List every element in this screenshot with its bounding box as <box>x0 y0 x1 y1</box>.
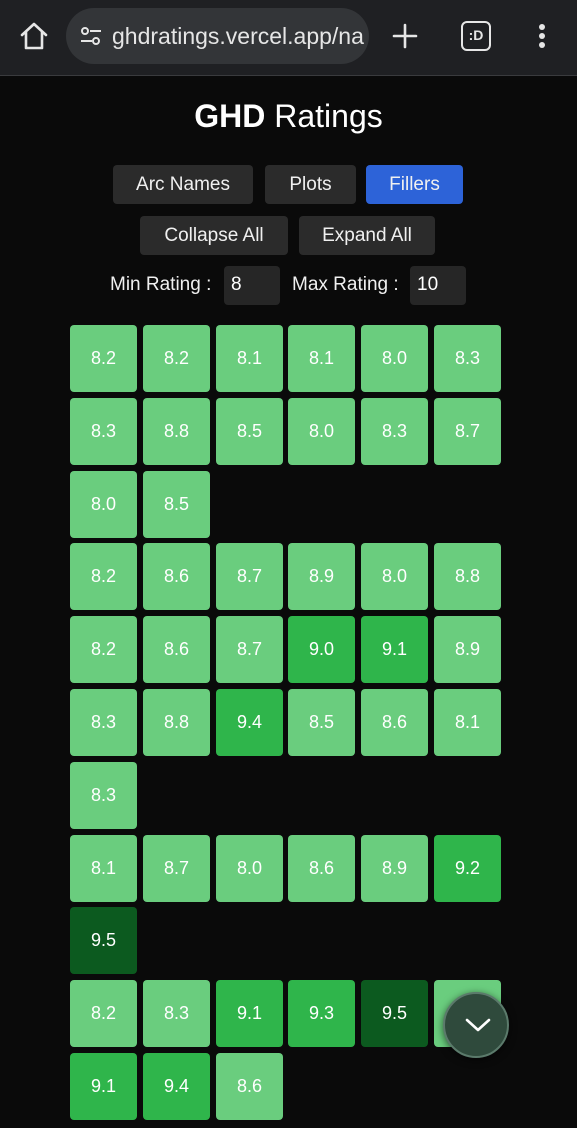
plots-button[interactable]: Plots <box>265 165 356 204</box>
rating-cell[interactable]: 8.6 <box>143 543 210 610</box>
rating-cell[interactable]: 8.1 <box>70 835 137 902</box>
tab-switcher-icon[interactable]: :D <box>461 21 491 51</box>
rating-cell[interactable]: 8.0 <box>361 543 428 610</box>
rating-cell[interactable]: 8.5 <box>288 689 355 756</box>
rating-cell[interactable]: 8.7 <box>434 398 501 465</box>
site-settings-icon[interactable] <box>80 25 102 47</box>
rating-cell[interactable]: 9.1 <box>216 980 283 1047</box>
address-bar[interactable]: ghdratings.vercel.app/na <box>66 8 369 64</box>
page-title-bold: GHD <box>194 98 266 134</box>
arc-names-button[interactable]: Arc Names <box>113 165 253 204</box>
rating-cell[interactable]: 8.7 <box>216 543 283 610</box>
rating-cell[interactable]: 8.8 <box>143 398 210 465</box>
rating-cell[interactable]: 8.7 <box>143 835 210 902</box>
rating-cell[interactable]: 8.7 <box>216 616 283 683</box>
rating-cell[interactable]: 8.2 <box>70 325 137 392</box>
rating-cell[interactable]: 8.3 <box>143 980 210 1047</box>
rating-cell[interactable]: 9.4 <box>143 1053 210 1120</box>
rating-cell[interactable]: 9.5 <box>361 980 428 1047</box>
chevron-down-icon <box>465 1018 491 1032</box>
rating-cell[interactable]: 8.1 <box>434 689 501 756</box>
min-rating-label: Min Rating : <box>110 274 212 295</box>
rating-cell[interactable]: 9.3 <box>288 980 355 1047</box>
max-rating-label: Max Rating : <box>292 274 399 295</box>
collapse-all-button[interactable]: Collapse All <box>140 216 288 255</box>
rating-cell[interactable]: 8.3 <box>70 398 137 465</box>
rating-cell[interactable]: 8.5 <box>143 471 210 538</box>
rating-cell[interactable]: 8.3 <box>70 689 137 756</box>
rating-cell[interactable]: 8.9 <box>434 616 501 683</box>
rating-cell[interactable]: 8.9 <box>361 835 428 902</box>
rating-cell[interactable]: 8.8 <box>434 543 501 610</box>
rating-cell[interactable]: 8.6 <box>216 1053 283 1120</box>
rating-cell[interactable]: 9.1 <box>361 616 428 683</box>
rating-cell[interactable]: 8.0 <box>216 835 283 902</box>
rating-cell[interactable]: 9.5 <box>70 907 137 974</box>
rating-cell[interactable]: 8.2 <box>70 980 137 1047</box>
home-icon[interactable] <box>18 20 50 52</box>
rating-cell[interactable]: 9.4 <box>216 689 283 756</box>
rating-cell[interactable]: 8.3 <box>70 762 137 829</box>
tab-switcher-label: :D <box>468 27 484 43</box>
rating-cell[interactable]: 8.3 <box>434 325 501 392</box>
rating-cell[interactable]: 8.3 <box>361 398 428 465</box>
rating-cell[interactable]: 8.6 <box>361 689 428 756</box>
rating-cell[interactable]: 8.0 <box>70 471 137 538</box>
more-menu-icon[interactable] <box>530 20 554 52</box>
rating-cell[interactable]: 9.0 <box>288 616 355 683</box>
url-text[interactable]: ghdratings.vercel.app/na <box>112 23 364 50</box>
rating-cell[interactable]: 8.6 <box>143 616 210 683</box>
browser-toolbar: ghdratings.vercel.app/na :D <box>0 0 577 76</box>
rating-cell[interactable]: 8.2 <box>70 543 137 610</box>
rating-cell[interactable]: 8.1 <box>216 325 283 392</box>
rating-cell[interactable]: 8.2 <box>70 616 137 683</box>
page-title-rest: Ratings <box>265 98 383 134</box>
rating-cell[interactable]: 8.9 <box>288 543 355 610</box>
rating-cell[interactable]: 8.6 <box>288 835 355 902</box>
rating-cell[interactable]: 9.1 <box>70 1053 137 1120</box>
min-rating-input[interactable]: 8 <box>224 266 280 305</box>
rating-cell[interactable]: 8.1 <box>288 325 355 392</box>
rating-cell[interactable]: 9.2 <box>434 835 501 902</box>
rating-cell[interactable]: 8.8 <box>143 689 210 756</box>
page-title: GHD Ratings <box>0 98 577 135</box>
rating-cell[interactable]: 8.2 <box>143 325 210 392</box>
max-rating-input[interactable]: 10 <box>410 266 466 305</box>
rating-cell[interactable]: 8.0 <box>288 398 355 465</box>
new-tab-icon[interactable] <box>389 20 421 52</box>
scroll-down-button[interactable] <box>443 992 509 1058</box>
fillers-button[interactable]: Fillers <box>366 165 463 204</box>
expand-all-button[interactable]: Expand All <box>299 216 435 255</box>
rating-cell[interactable]: 8.5 <box>216 398 283 465</box>
rating-cell[interactable]: 8.0 <box>361 325 428 392</box>
